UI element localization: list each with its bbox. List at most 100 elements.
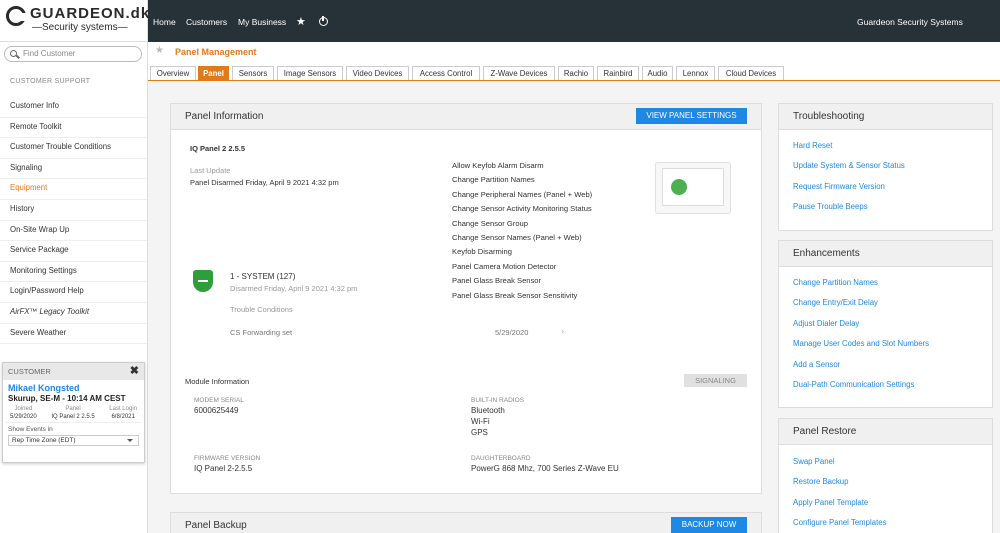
feature-item: Change Sensor Names (Panel + Web) [452,232,582,242]
hard-reset-link[interactable]: Hard Reset [793,141,832,150]
sidebar-item-onsite-wrap-up[interactable]: On-Site Wrap Up [0,221,147,242]
customer-card: CUSTOMER ✖ Mikael Kongsted Skurup, SE-M … [2,362,145,463]
tab-zwave-devices[interactable]: Z-Wave Devices [483,66,555,80]
tab-video-devices[interactable]: Video Devices [346,66,409,80]
sidebar-item-history[interactable]: History [0,200,147,221]
add-sensor-link[interactable]: Add a Sensor [793,360,840,369]
logo[interactable]: GUARDEON.dk —Security systems— [0,0,151,42]
feature-item: Panel Camera Motion Detector [452,261,557,271]
feature-item: Change Peripheral Names (Panel + Web) [452,189,593,199]
favorite-star-icon[interactable]: ★ [155,45,164,56]
shield-icon [193,270,213,292]
tab-access-control[interactable]: Access Control [412,66,480,80]
change-partition-names-link[interactable]: Change Partition Names [793,278,878,287]
feature-item: Panel Glass Break Sensor [452,276,542,286]
enhancements-header: Enhancements [779,241,992,267]
user-codes-link[interactable]: Manage User Codes and Slot Numbers [793,339,929,348]
brand-sub: —Security systems— [32,22,128,33]
radio-item: Bluetooth [471,406,505,415]
trouble-conditions: Trouble Conditions [230,305,293,314]
customer-header: CUSTOMER ✖ [3,363,144,380]
view-panel-settings-button[interactable]: VIEW PANEL SETTINGS [636,108,747,124]
panel-restore-header: Panel Restore [779,419,992,445]
last-login: Last Login 6/8/2021 [109,406,137,420]
sidebar-item-service-package[interactable]: Service Package [0,241,147,262]
chevron-right-icon[interactable]: › [561,326,564,336]
tab-image-sensors[interactable]: Image Sensors [277,66,343,80]
configure-templates-link[interactable]: Configure Panel Templates [793,518,886,527]
tab-rachio[interactable]: Rachio [558,66,594,80]
sidebar-item-login-help[interactable]: Login/Password Help [0,282,147,303]
radio-item: GPS [471,428,488,437]
sidebar-item-monitoring-settings[interactable]: Monitoring Settings [0,262,147,283]
troubleshooting-card: Troubleshooting Hard Reset Update System… [778,103,993,231]
sidebar-item-airfx[interactable]: AirFX™ Legacy Toolkit [0,303,147,324]
backup-now-button[interactable]: BACKUP NOW [671,517,747,533]
tab-panel[interactable]: Panel [198,66,229,80]
firmware-label: FIRMWARE VERSION [194,455,261,462]
panel-information-card: Panel Information VIEW PANEL SETTINGS IQ… [170,103,762,494]
signaling-button[interactable]: SIGNALING [684,374,747,387]
sidebar-item-signaling[interactable]: Signaling [0,159,147,180]
sidebar-item-customer-info[interactable]: Customer Info [0,97,147,118]
tab-audio[interactable]: Audio [642,66,673,80]
star-icon[interactable]: ★ [296,15,306,28]
change-delay-link[interactable]: Change Entry/Exit Delay [793,298,878,307]
top-bar: Home Customers My Business ★ Guardeon Se… [148,0,1000,42]
nav-home[interactable]: Home [153,17,176,27]
nav-customers[interactable]: Customers [186,17,227,27]
timezone-value: Rep Time Zone (EDT) [12,437,76,444]
system-partition: 1 - SYSTEM (127) [230,272,296,281]
pause-beeps-link[interactable]: Pause Trouble Beeps [793,202,868,211]
feature-list: Allow Keyfob Alarm Disarm Change Partiti… [452,159,642,303]
company-name[interactable]: Guardeon Security Systems [857,17,963,27]
panel: Panel IQ Panel 2 2.5.5 [51,406,95,420]
tab-rainbird[interactable]: Rainbird [597,66,639,80]
enhancements-card: Enhancements Change Partition Names Chan… [778,240,993,408]
logo-mark-icon [6,6,28,26]
last-update-value: Panel Disarmed Friday, April 9 2021 4:32… [190,178,339,187]
apply-template-link[interactable]: Apply Panel Template [793,498,868,507]
sidebar: GUARDEON.dk —Security systems— Find Cust… [0,0,151,533]
lock-icon [671,179,687,195]
radio-item: Wi-Fi [471,417,490,426]
swap-panel-link[interactable]: Swap Panel [793,457,835,466]
sidebar-item-trouble-conditions[interactable]: Customer Trouble Conditions [0,138,147,159]
feature-item: Change Sensor Activity Monitoring Status [452,204,592,214]
panel-device-image [655,162,731,214]
customer-name[interactable]: Mikael Kongsted [3,380,144,393]
panel-screen [662,168,724,206]
close-icon[interactable]: ✖ [130,363,139,380]
feature-item: Panel Glass Break Sensor Sensitivity [452,290,578,300]
daughterboard-value: PowerG 868 Mhz, 700 Series Z-Wave EU [471,464,619,473]
tab-sensors[interactable]: Sensors [232,66,274,80]
customer-header-label: CUSTOMER [8,367,51,376]
panel-backup-header: Panel Backup BACKUP NOW [171,513,761,533]
customer-location: Skurup, SE-M - 10:14 AM CEST [8,394,126,403]
feature-item: Change Partition Names [452,175,535,185]
restore-backup-link[interactable]: Restore Backup [793,477,848,486]
tab-bar: Overview Panel Sensors Image Sensors Vid… [148,64,1000,81]
search-input[interactable]: Find Customer [4,46,142,62]
sidebar-item-equipment[interactable]: Equipment [0,179,147,200]
tab-cloud-devices[interactable]: Cloud Devices [718,66,784,80]
cs-forwarding-date: 5/29/2020 [495,328,529,337]
timezone-select[interactable]: Rep Time Zone (EDT) [8,435,139,446]
dual-path-link[interactable]: Dual-Path Communication Settings [793,380,914,389]
sidebar-item-remote-toolkit[interactable]: Remote Toolkit [0,118,147,139]
panel-model: IQ Panel 2 2.5.5 [190,144,246,153]
request-firmware-link[interactable]: Request Firmware Version [793,182,885,191]
cs-forwarding[interactable]: CS Forwarding set [230,328,292,337]
panel-information-header: Panel Information VIEW PANEL SETTINGS [171,104,761,130]
sidebar-nav: Customer Info Remote Toolkit Customer Tr… [0,97,147,345]
tab-lennox[interactable]: Lennox [676,66,715,80]
update-status-link[interactable]: Update System & Sensor Status [793,161,905,170]
sidebar-item-severe-weather[interactable]: Severe Weather [0,324,147,345]
power-icon[interactable] [319,16,328,26]
page-title: Panel Management [175,47,257,57]
modem-serial-label: MODEM SERIAL [194,397,244,404]
brand-name: GUARDEON.dk [30,5,151,22]
nav-my-business[interactable]: My Business [238,17,286,27]
tab-overview[interactable]: Overview [150,66,196,80]
dialer-delay-link[interactable]: Adjust Dialer Delay [793,319,859,328]
